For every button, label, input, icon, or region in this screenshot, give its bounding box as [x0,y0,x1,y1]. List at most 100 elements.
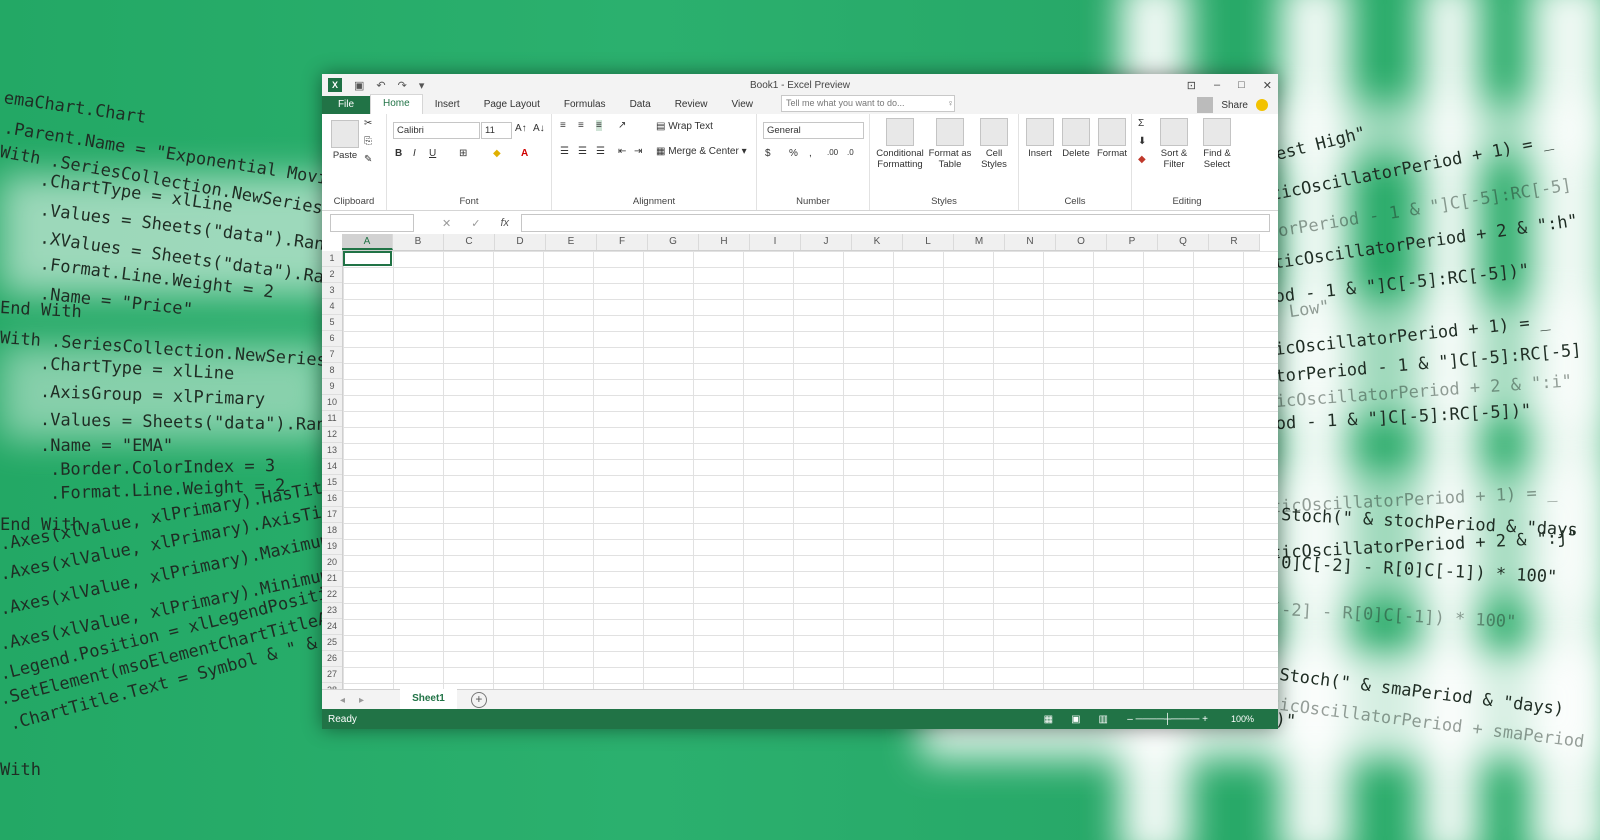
row-header[interactable]: 6 [322,331,342,347]
row-header[interactable]: 20 [322,555,342,571]
align-center-icon[interactable]: ☰ [578,146,587,157]
tab-data[interactable]: Data [618,96,663,114]
row-header[interactable]: 13 [322,443,342,459]
zoom-slider[interactable]: – ────┼──── + [1127,714,1208,725]
column-header[interactable]: K [852,234,903,250]
orientation-icon[interactable]: ↗ [618,120,626,131]
column-header[interactable]: L [903,234,954,250]
currency-button[interactable]: $ [765,148,771,159]
page-break-view-icon[interactable]: ▥ [1099,714,1108,725]
increase-indent-icon[interactable]: ⇥ [634,146,642,157]
column-header[interactable]: H [699,234,750,250]
tab-file[interactable]: File [322,96,370,114]
column-header[interactable]: R [1209,234,1260,250]
column-header[interactable]: E [546,234,597,250]
row-header[interactable]: 18 [322,523,342,539]
column-header[interactable]: O [1056,234,1107,250]
row-header[interactable]: 10 [322,395,342,411]
format-cells-button[interactable]: Format [1095,118,1129,159]
column-header[interactable]: G [648,234,699,250]
font-color-icon[interactable]: A [521,148,528,159]
sort-filter-button[interactable]: Sort & Filter [1154,118,1194,170]
column-header[interactable]: I [750,234,801,250]
feedback-smiley-icon[interactable] [1256,99,1268,111]
column-header[interactable]: P [1107,234,1158,250]
redo-icon[interactable]: ↷ [398,79,407,92]
format-as-table-button[interactable]: Format as Table [928,118,972,170]
decrease-decimal-icon[interactable]: .0 [847,148,854,157]
tell-me-input[interactable]: Tell me what you want to do... ♀ [780,95,955,112]
page-layout-view-icon[interactable]: ▣ [1071,714,1080,725]
decrease-indent-icon[interactable]: ⇤ [618,146,626,157]
copy-icon[interactable]: ⎘ [364,136,372,147]
format-painter-icon[interactable]: ✎ [364,154,372,165]
find-select-button[interactable]: Find & Select [1196,118,1238,170]
share-button[interactable]: Share [1221,100,1248,111]
align-right-icon[interactable]: ☰ [596,146,605,157]
tab-home[interactable]: Home [370,94,423,114]
row-header[interactable]: 7 [322,347,342,363]
row-header[interactable]: 11 [322,411,342,427]
percent-button[interactable]: % [789,148,798,159]
row-header[interactable]: 4 [322,299,342,315]
row-header[interactable]: 17 [322,507,342,523]
tab-formulas[interactable]: Formulas [552,96,618,114]
comma-style-icon[interactable]: , [809,148,812,159]
paste-button[interactable]: Paste [328,120,362,161]
column-header[interactable]: D [495,234,546,250]
save-icon[interactable]: ▣ [354,79,364,92]
underline-button[interactable]: U [429,148,436,159]
row-header[interactable]: 26 [322,651,342,667]
grow-font-icon[interactable]: A↑ [515,123,527,134]
row-header[interactable]: 25 [322,635,342,651]
column-header[interactable]: J [801,234,852,250]
borders-icon[interactable]: ⊞ [459,148,467,159]
font-size-select[interactable]: 11 [481,122,512,139]
normal-view-icon[interactable]: ▦ [1044,714,1053,725]
wrap-text-button[interactable]: ▤ Wrap Text [656,121,713,132]
row-header[interactable]: 8 [322,363,342,379]
prev-sheet-icon[interactable]: ◂ [340,695,345,706]
add-sheet-icon[interactable]: + [470,692,487,708]
minimize-icon[interactable]: – [1214,79,1220,91]
top-align-icon[interactable]: ≡ [560,120,566,131]
column-header[interactable]: N [1005,234,1056,250]
column-header[interactable]: A [342,234,393,250]
fill-color-icon[interactable]: ◆ [493,148,501,159]
merge-center-button[interactable]: ▦ Merge & Center ▾ [656,146,747,157]
conditional-formatting-button[interactable]: Conditional Formatting [874,118,926,170]
row-header[interactable]: 9 [322,379,342,395]
clear-icon[interactable]: ◆ [1138,154,1146,165]
insert-function-button[interactable]: fx [500,217,509,230]
tab-view[interactable]: View [719,96,765,114]
active-cell[interactable] [343,251,392,266]
row-header[interactable]: 14 [322,459,342,475]
font-name-select[interactable]: Calibri [393,122,480,139]
undo-icon[interactable]: ↶ [376,79,385,92]
formula-input[interactable] [521,214,1270,232]
close-icon[interactable]: ✕ [1263,79,1272,92]
cell-styles-button[interactable]: Cell Styles [974,118,1014,170]
italic-button[interactable]: I [413,148,416,159]
row-header[interactable]: 24 [322,619,342,635]
enter-icon[interactable]: ✓ [471,217,480,230]
number-format-select[interactable]: General [763,122,864,139]
fill-icon[interactable]: ⬇ [1138,136,1146,147]
cut-icon[interactable]: ✂ [364,118,372,129]
insert-cells-button[interactable]: Insert [1023,118,1057,159]
row-header[interactable]: 12 [322,427,342,443]
name-box[interactable] [330,214,414,232]
bold-button[interactable]: B [395,148,402,159]
autosum-icon[interactable]: Σ [1138,118,1144,129]
row-header[interactable]: 23 [322,603,342,619]
customize-qat-icon[interactable]: ▾ [419,79,425,92]
bottom-align-icon[interactable]: ≡ [596,120,602,131]
row-header[interactable]: 22 [322,587,342,603]
column-header[interactable]: M [954,234,1005,250]
sheet-tab[interactable]: Sheet1 [400,689,457,711]
column-header[interactable]: C [444,234,495,250]
tab-page-layout[interactable]: Page Layout [472,96,552,114]
middle-align-icon[interactable]: ≡ [578,120,584,131]
avatar[interactable] [1197,97,1214,113]
delete-cells-button[interactable]: Delete [1059,118,1093,159]
